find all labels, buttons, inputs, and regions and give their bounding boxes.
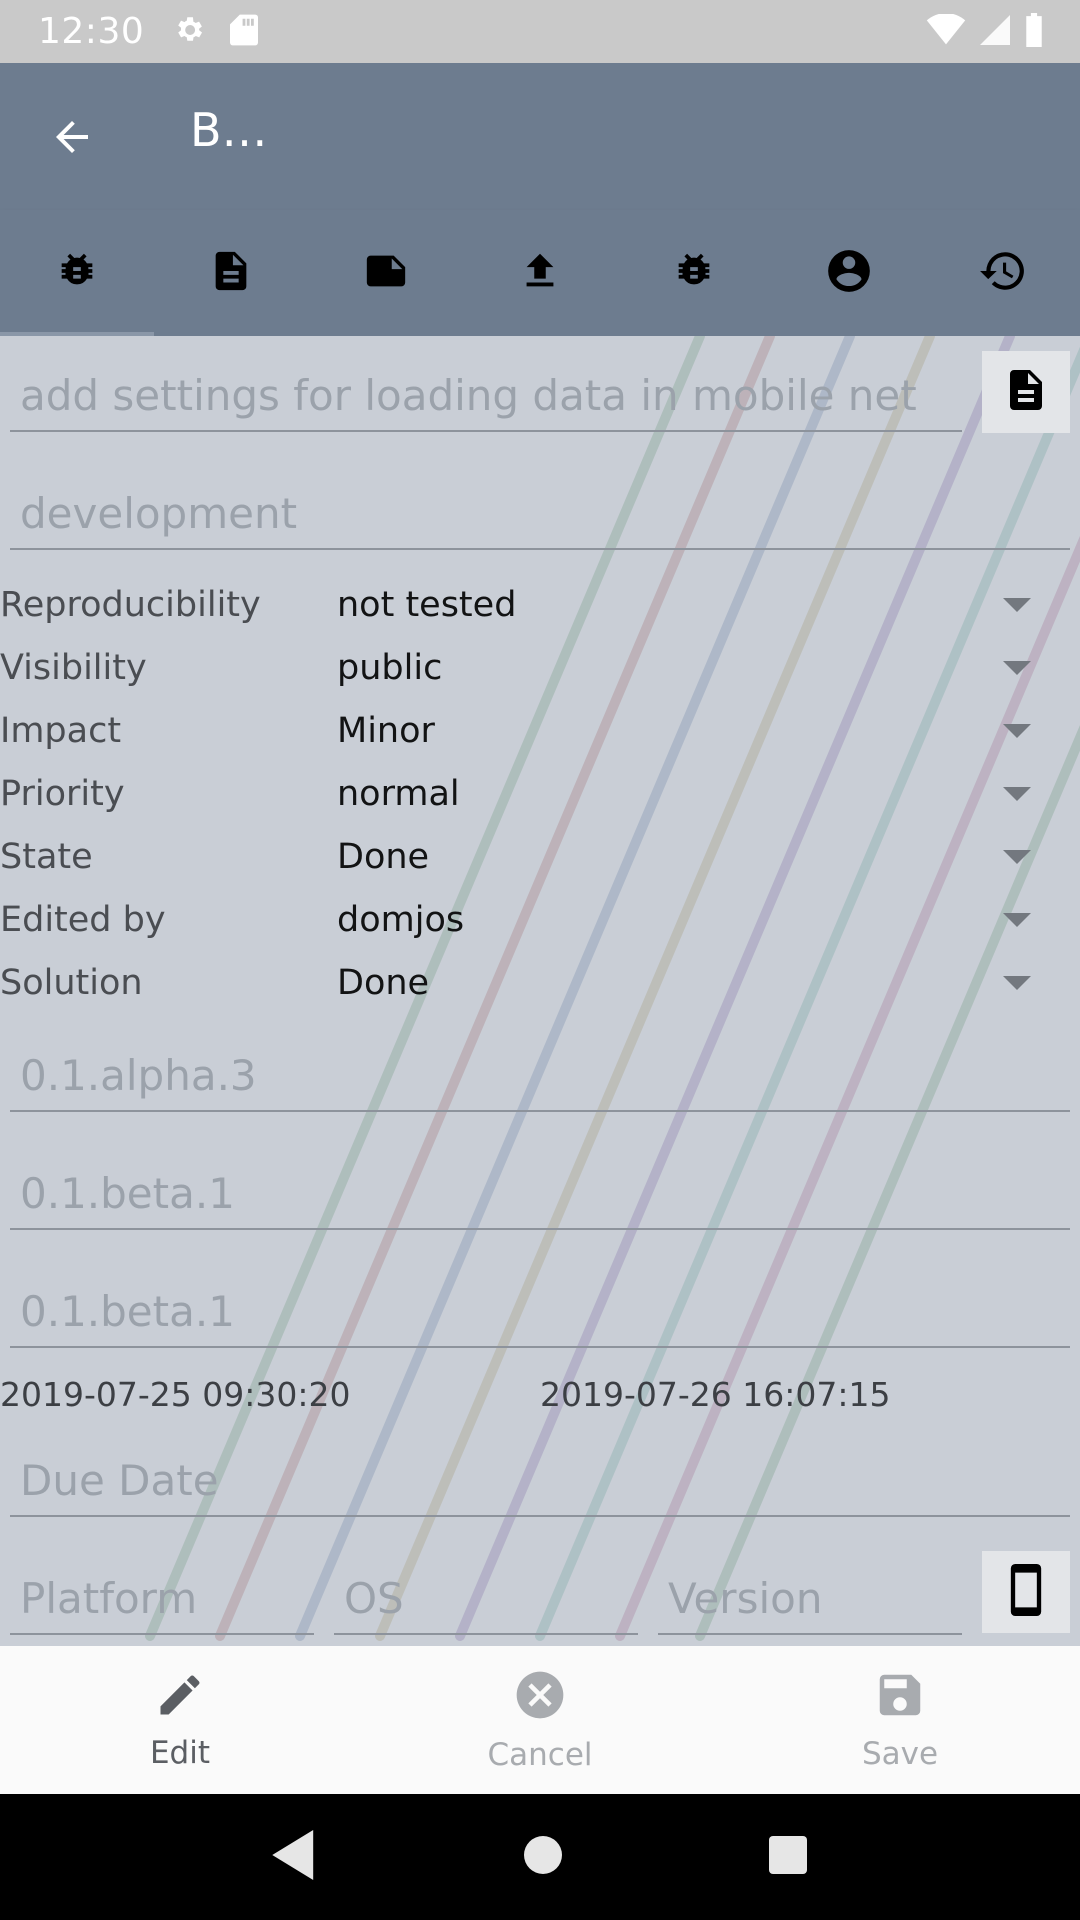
bug-icon xyxy=(54,248,100,298)
nav-recents-button[interactable] xyxy=(768,1835,808,1879)
bug-form: add settings for loading data in mobile … xyxy=(0,336,1080,1646)
property-value: Minor xyxy=(337,710,435,751)
tab-note[interactable] xyxy=(309,210,463,336)
dropdown-arrow-icon xyxy=(1003,660,1031,675)
due-date-placeholder: Due Date xyxy=(20,1456,219,1505)
action-bar: Edit Cancel Save xyxy=(0,1646,1080,1794)
save-button[interactable]: Save xyxy=(720,1646,1080,1794)
status-time: 12:30 xyxy=(38,11,145,52)
property-value: domjos xyxy=(337,899,465,940)
edit-icon xyxy=(154,1669,206,1725)
property-label: Edited by xyxy=(0,899,166,940)
dropdown-arrow-icon xyxy=(1003,597,1031,612)
tab-bug-details[interactable] xyxy=(617,210,771,336)
sd-card-icon xyxy=(230,13,259,51)
signal-icon xyxy=(980,14,1010,50)
upload-icon xyxy=(517,248,563,298)
version-detected-value: 0.1.alpha.3 xyxy=(20,1051,257,1100)
battery-icon xyxy=(1024,12,1044,51)
property-value: Done xyxy=(337,962,430,1003)
description-icon xyxy=(208,248,254,298)
nav-home-button[interactable] xyxy=(523,1835,563,1879)
summary-placeholder: add settings for loading data in mobile … xyxy=(20,371,917,420)
note-icon xyxy=(360,248,412,298)
version-fixed-input[interactable]: 0.1.beta.1 xyxy=(10,1252,1070,1348)
edit-button[interactable]: Edit xyxy=(0,1646,360,1794)
tab-history[interactable] xyxy=(926,210,1080,336)
tab-upload[interactable] xyxy=(463,210,617,336)
due-date-input[interactable]: Due Date xyxy=(10,1421,1070,1517)
property-row-visibility[interactable]: Visibility public xyxy=(0,636,1080,699)
smartphone-icon xyxy=(1004,1564,1048,1620)
property-label: Priority xyxy=(0,773,125,814)
platform-placeholder: Platform xyxy=(20,1574,198,1623)
dropdown-arrow-icon xyxy=(1003,786,1031,801)
bug-icon xyxy=(671,248,717,298)
tab-bug-general[interactable] xyxy=(0,210,154,336)
category-placeholder: development xyxy=(20,489,298,538)
property-value: Done xyxy=(337,836,430,877)
version-target-input[interactable]: 0.1.beta.1 xyxy=(10,1134,1070,1230)
property-value: normal xyxy=(337,773,460,814)
property-row-reproducibility[interactable]: Reproducibility not tested xyxy=(0,573,1080,636)
property-label: Reproducibility xyxy=(0,584,261,625)
settings-icon xyxy=(172,13,206,51)
edit-label: Edit xyxy=(149,1735,211,1771)
property-value: not tested xyxy=(337,584,517,625)
history-icon xyxy=(978,246,1028,300)
os-placeholder: OS xyxy=(344,1574,404,1623)
dropdown-arrow-icon xyxy=(1003,723,1031,738)
back-button[interactable] xyxy=(44,111,100,167)
property-value: public xyxy=(337,647,443,688)
wifi-icon xyxy=(926,12,966,50)
save-label: Save xyxy=(861,1736,939,1772)
os-input[interactable]: OS xyxy=(334,1539,638,1635)
cancel-icon xyxy=(512,1667,568,1727)
property-label: Solution xyxy=(0,962,143,1003)
version-fixed-value: 0.1.beta.1 xyxy=(20,1287,235,1336)
updated-timestamp: 2019-07-26 16:07:15 xyxy=(540,1375,891,1414)
description-icon xyxy=(1002,366,1050,418)
dropdown-arrow-icon xyxy=(1003,975,1031,990)
version-placeholder: Version xyxy=(668,1574,823,1623)
cancel-label: Cancel xyxy=(487,1737,593,1773)
tab-description[interactable] xyxy=(154,210,308,336)
property-row-impact[interactable]: Impact Minor xyxy=(0,699,1080,762)
version-detected-input[interactable]: 0.1.alpha.3 xyxy=(10,1016,1070,1112)
cancel-button[interactable]: Cancel xyxy=(360,1646,720,1794)
app-bar: B… xyxy=(0,63,1080,210)
property-row-state[interactable]: State Done xyxy=(0,825,1080,888)
description-button[interactable] xyxy=(982,351,1070,433)
created-timestamp: 2019-07-25 09:30:20 xyxy=(0,1375,351,1414)
platform-input[interactable]: Platform xyxy=(10,1539,314,1635)
system-nav-bar xyxy=(0,1794,1080,1920)
dropdown-arrow-icon xyxy=(1003,849,1031,864)
arrow-back-icon xyxy=(48,113,96,165)
tab-account[interactable] xyxy=(771,210,925,336)
dropdown-arrow-icon xyxy=(1003,912,1031,927)
property-label: Impact xyxy=(0,710,122,751)
account-circle-icon xyxy=(824,246,874,300)
tab-strip xyxy=(0,210,1080,336)
category-input[interactable]: development xyxy=(10,454,1070,550)
version-input[interactable]: Version xyxy=(658,1539,962,1635)
device-button[interactable] xyxy=(982,1551,1070,1633)
status-bar: 12:30 xyxy=(0,0,1080,63)
nav-back-button[interactable] xyxy=(272,1830,318,1884)
version-target-value: 0.1.beta.1 xyxy=(20,1169,235,1218)
summary-input[interactable]: add settings for loading data in mobile … xyxy=(10,336,962,432)
save-icon xyxy=(873,1668,927,1726)
property-row-edited-by[interactable]: Edited by domjos xyxy=(0,888,1080,951)
property-row-priority[interactable]: Priority normal xyxy=(0,762,1080,825)
property-label: Visibility xyxy=(0,647,147,688)
page-title: B… xyxy=(190,103,268,157)
property-label: State xyxy=(0,836,93,877)
property-row-solution[interactable]: Solution Done xyxy=(0,951,1080,1014)
